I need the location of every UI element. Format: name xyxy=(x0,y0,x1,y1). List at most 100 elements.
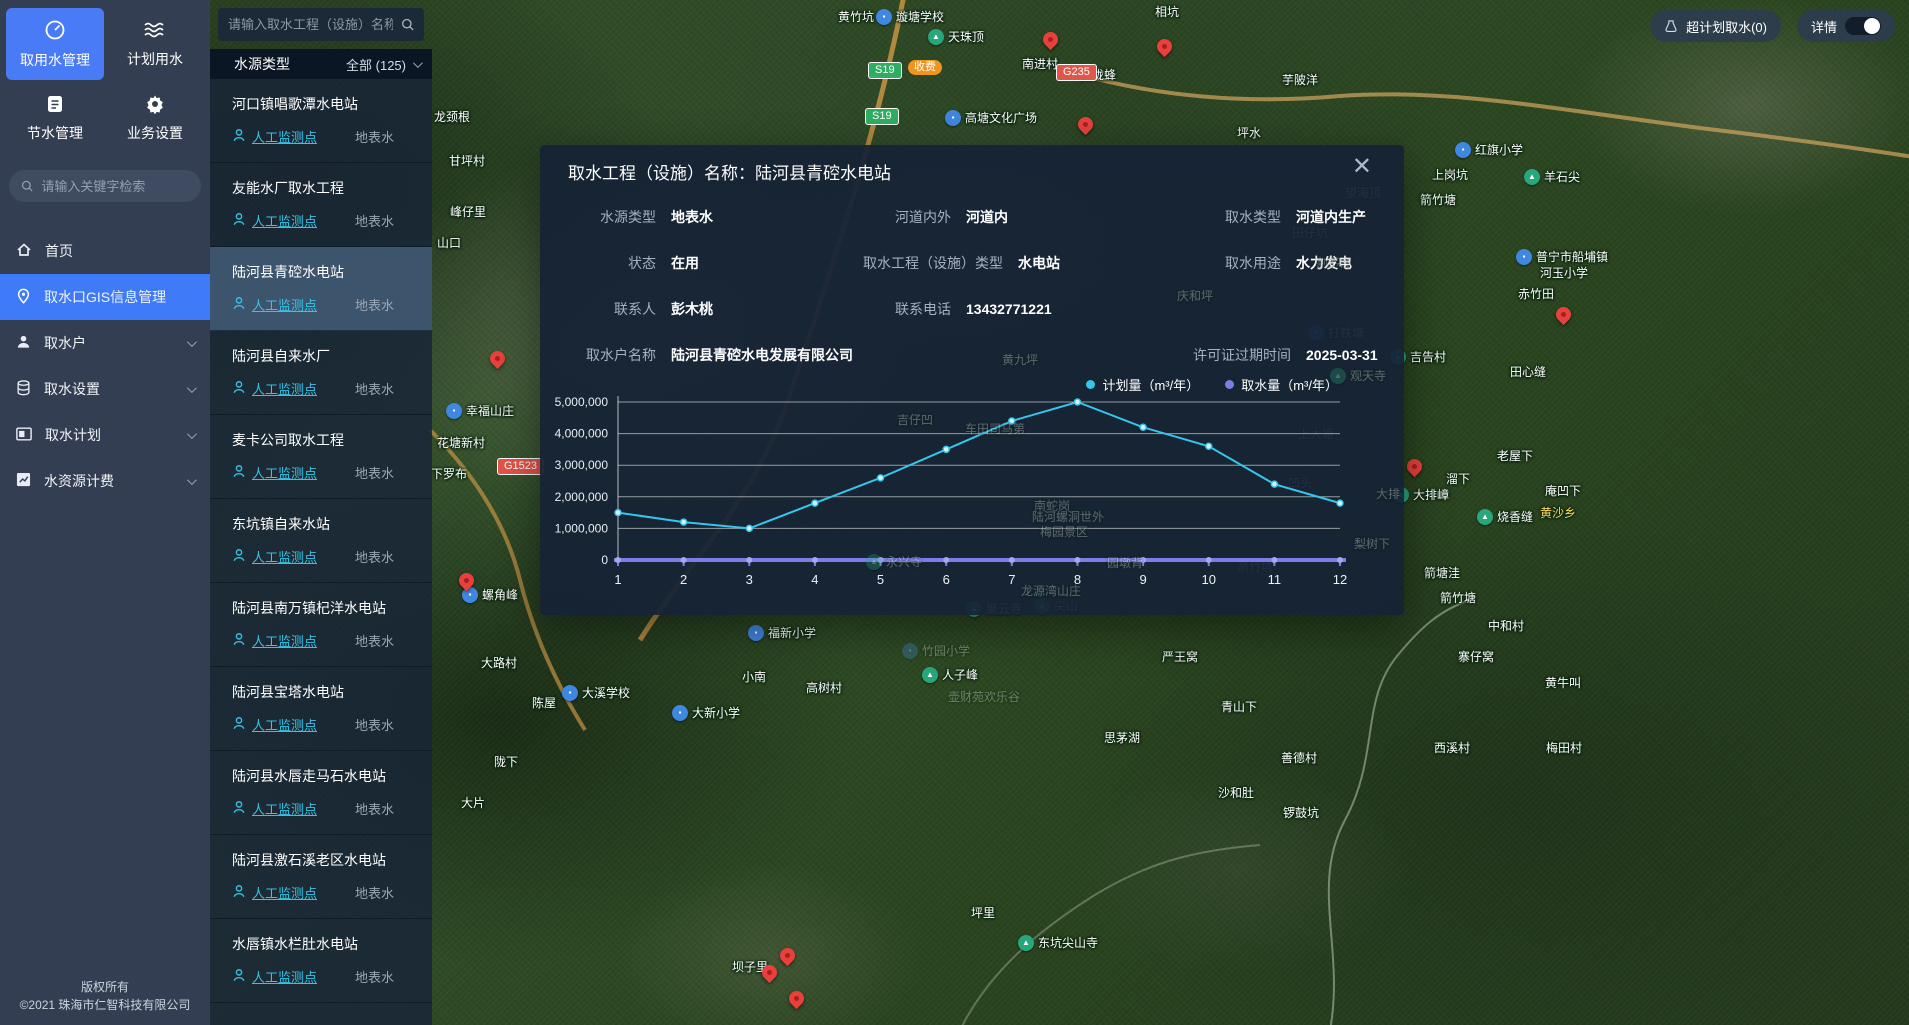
monitor-type-link[interactable]: 人工监测点 xyxy=(232,715,317,734)
map-label-text: 西溪村 xyxy=(1434,739,1470,756)
map-place-label: 西溪村 xyxy=(1434,739,1470,756)
list-item[interactable]: 陆河县宝塔水电站人工监测点地表水 xyxy=(210,667,432,751)
monitor-type-link[interactable]: 人工监测点 xyxy=(232,127,317,146)
close-icon[interactable]: ✕ xyxy=(1352,155,1372,179)
list-item[interactable]: 河口镇唱歌潭水电站人工监测点地表水 xyxy=(210,79,432,163)
field-value: 在用 xyxy=(671,253,699,273)
water-source-type: 地表水 xyxy=(355,547,394,566)
list-item[interactable]: 麦卡公司取水工程人工监测点地表水 xyxy=(210,415,432,499)
nav-tile-0[interactable]: 取用水管理 xyxy=(6,8,104,80)
list-item[interactable]: 陆河县青硿水电站人工监测点地表水 xyxy=(210,247,432,331)
station-search-input[interactable] xyxy=(228,17,393,32)
poi-blue-icon: ▪ xyxy=(446,403,462,419)
keyword-search-input[interactable] xyxy=(41,179,189,194)
station-name: 陆河县宝塔水电站 xyxy=(232,682,418,702)
person-icon xyxy=(232,632,246,649)
map-place-label: 上岗坑 xyxy=(1432,166,1468,183)
field-value: 地表水 xyxy=(671,207,713,227)
sidebar-item-label: 首页 xyxy=(45,241,73,261)
red-map-pin[interactable] xyxy=(1154,36,1175,57)
keyword-search-box[interactable] xyxy=(9,170,201,202)
person-icon xyxy=(232,128,246,145)
station-meta-row: 人工监测点地表水 xyxy=(232,799,418,818)
over-plan-alert-button[interactable]: 超计划取水(0) xyxy=(1650,10,1781,42)
map-label-text: 梅田村 xyxy=(1546,739,1582,756)
svg-text:10: 10 xyxy=(1201,572,1215,587)
list-item[interactable]: 水唇镇水栏肚水电站人工监测点地表水 xyxy=(210,919,432,1003)
field-1-0: 状态在用 xyxy=(568,253,863,273)
sidebar-item-1[interactable]: 取水口GIS信息管理 xyxy=(0,274,210,320)
monitor-type-link[interactable]: 人工监测点 xyxy=(232,799,317,818)
nav-tile-2[interactable]: 节水管理 xyxy=(6,82,104,154)
map-place-label: ▪璇塘学校 xyxy=(876,8,944,25)
red-map-pin[interactable] xyxy=(1553,304,1574,325)
map-place-label: ▲天珠顶 xyxy=(928,28,984,45)
map-label-text: 善德村 xyxy=(1281,749,1317,766)
red-map-pin[interactable] xyxy=(777,945,798,966)
svg-text:1: 1 xyxy=(614,572,621,587)
map-label-text: 龙颈根 xyxy=(434,108,470,125)
map-label-text: 相坑 xyxy=(1155,3,1179,20)
red-map-pin[interactable] xyxy=(1404,456,1425,477)
map-label-text: 峰仔里 xyxy=(450,203,486,220)
station-name: 麦卡公司取水工程 xyxy=(232,430,418,450)
nav-tile-3[interactable]: 业务设置 xyxy=(106,82,204,154)
list-item[interactable]: 陆河县激石溪老区水电站人工监测点地表水 xyxy=(210,835,432,919)
list-item[interactable]: 友能水厂取水工程人工监测点地表水 xyxy=(210,163,432,247)
red-map-pin[interactable] xyxy=(1075,114,1096,135)
map-label-text: 大溪学校 xyxy=(582,684,630,701)
station-search-box[interactable] xyxy=(218,8,424,41)
detail-toggle-switch[interactable] xyxy=(1845,17,1881,35)
field-value: 2025-03-31 xyxy=(1306,347,1378,363)
map-place-label: ▲烧香缝 xyxy=(1477,508,1533,525)
map-label-text: 锣鼓坑 xyxy=(1283,804,1319,821)
field-label: 取水户名称 xyxy=(568,345,656,365)
map-place-label: ▪福新小学 xyxy=(748,624,816,641)
monitor-type-link[interactable]: 人工监测点 xyxy=(232,211,317,230)
station-name: 陆河县青硿水电站 xyxy=(232,262,418,282)
monitor-type-link[interactable]: 人工监测点 xyxy=(232,295,317,314)
map-place-label: 思茅湖 xyxy=(1104,729,1140,746)
water-source-type: 地表水 xyxy=(355,631,394,650)
map-label-text: 南进村 xyxy=(1022,55,1058,72)
sidebar-item-3[interactable]: 取水设置 xyxy=(0,366,210,412)
monitor-type-link[interactable]: 人工监测点 xyxy=(232,379,317,398)
sidebar-item-5[interactable]: 水资源计费 xyxy=(0,458,210,504)
field-1-1: 取水工程（设施）类型水电站 xyxy=(863,253,1193,273)
monitor-type-link[interactable]: 人工监测点 xyxy=(232,631,317,650)
sidebar-item-4[interactable]: 取水计划 xyxy=(0,412,210,458)
monitor-type-link[interactable]: 人工监测点 xyxy=(232,463,317,482)
list-item[interactable]: 陆河县自来水厂人工监测点地表水 xyxy=(210,331,432,415)
map-label-text: 下罗布 xyxy=(431,465,467,482)
chevron-down-icon xyxy=(187,337,197,347)
red-map-pin[interactable] xyxy=(1040,29,1061,50)
monitor-type-link[interactable]: 人工监测点 xyxy=(232,547,317,566)
map-place-label: 陇下 xyxy=(494,753,518,770)
map-label-text: 芋陂洋 xyxy=(1282,71,1318,88)
poi-blue-icon: ▪ xyxy=(1455,142,1471,158)
station-meta-row: 人工监测点地表水 xyxy=(232,379,418,398)
field-label: 水源类型 xyxy=(568,207,656,227)
field-3-1: 许可证过期时间2025-03-31 xyxy=(1193,345,1380,365)
person-icon xyxy=(232,296,246,313)
monitor-type-label: 人工监测点 xyxy=(252,463,317,482)
search-icon xyxy=(21,179,33,193)
red-map-pin[interactable] xyxy=(487,348,508,369)
list-item[interactable]: 陆河县水唇走马石水电站人工监测点地表水 xyxy=(210,751,432,835)
monitor-type-link[interactable]: 人工监测点 xyxy=(232,883,317,902)
alarm-flask-icon xyxy=(1664,19,1678,34)
field-label: 河道内外 xyxy=(863,207,951,227)
red-map-pin[interactable] xyxy=(786,988,807,1009)
monitor-type-link[interactable]: 人工监测点 xyxy=(232,967,317,986)
nav-tile-1[interactable]: 计划用水 xyxy=(106,8,204,80)
list-item[interactable]: 东坑镇自来水站人工监测点地表水 xyxy=(210,499,432,583)
sidebar-item-2[interactable]: 取水户 xyxy=(0,320,210,366)
map-label-text: 人子峰 xyxy=(942,666,978,683)
person-icon xyxy=(232,968,246,985)
filter-dropdown[interactable]: 全部 (125) xyxy=(346,55,420,74)
map-place-label: 大片 xyxy=(461,794,485,811)
detail-toggle-pill[interactable]: 详情 xyxy=(1797,10,1895,42)
sidebar-item-0[interactable]: 首页 xyxy=(0,228,210,274)
list-item[interactable]: 陆河县南万镇杞洋水电站人工监测点地表水 xyxy=(210,583,432,667)
map-label-text: 陇下 xyxy=(494,753,518,770)
